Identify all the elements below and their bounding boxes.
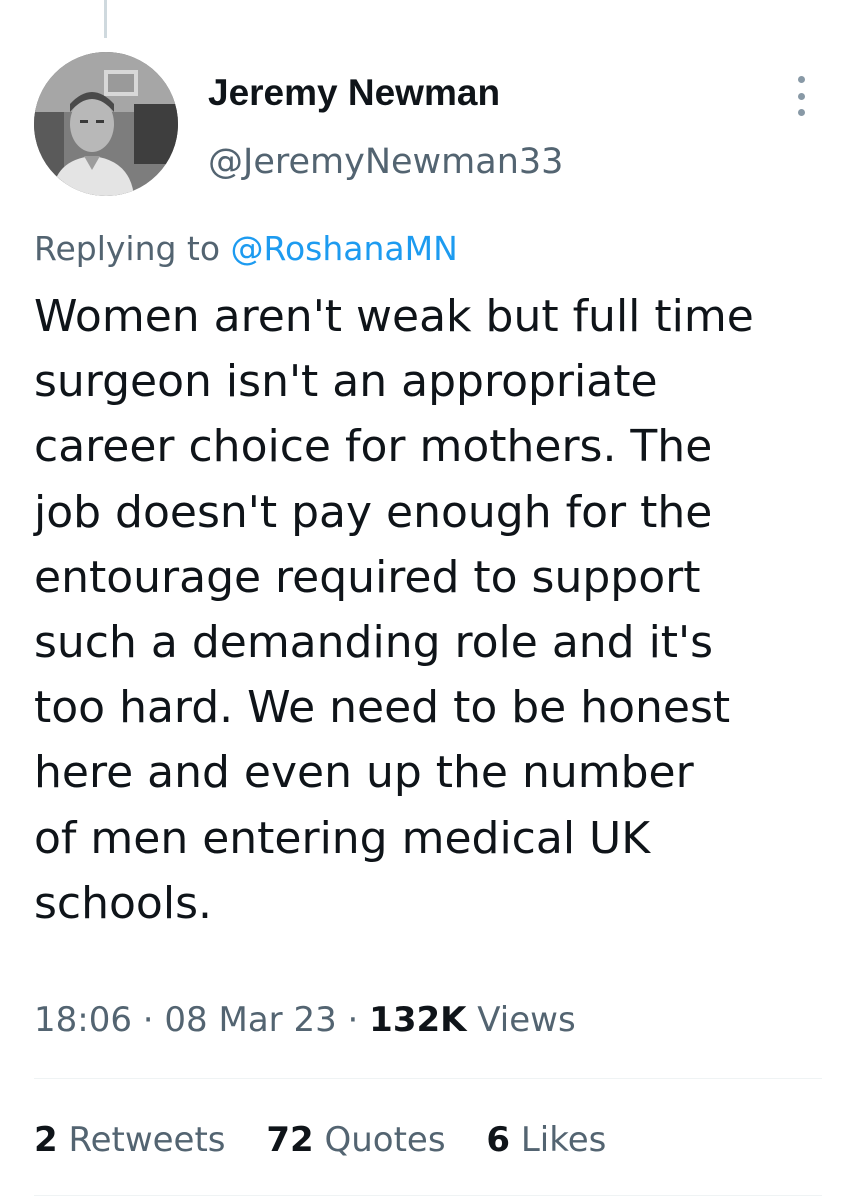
tweet-text-line: Women aren't weak but full time	[34, 291, 754, 342]
more-dot	[797, 92, 805, 100]
tweet-text-line: job doesn't pay enough for the	[34, 486, 713, 538]
meta-separator: ·	[142, 1000, 154, 1040]
tweet-text-line: surgeon isn't an appropriate	[34, 356, 658, 408]
meta-separator: ·	[347, 1000, 359, 1040]
tweet-text-line: here and even up the number	[34, 747, 694, 799]
likes-label: Likes	[520, 1120, 607, 1160]
tweet-time[interactable]: 18:06	[34, 1000, 132, 1040]
quotes-stat[interactable]: 72 Quotes	[266, 1116, 445, 1164]
retweets-count: 2	[34, 1120, 58, 1160]
likes-stat[interactable]: 6 Likes	[486, 1116, 606, 1164]
more-dot	[797, 76, 805, 83]
likes-count: 6	[486, 1120, 511, 1160]
retweets-stat[interactable]: 2 Retweets	[34, 1116, 226, 1164]
avatar[interactable]	[34, 52, 178, 196]
author-name[interactable]: Jeremy Newman	[208, 71, 500, 115]
replying-prefix: Replying to	[34, 229, 221, 268]
tweet-stats: 2 Retweets 72 Quotes 6 Likes	[34, 1116, 636, 1164]
views-count: 132K	[369, 1000, 467, 1040]
tweet-meta: 18:06 · 08 Mar 23 · 132K Views	[34, 996, 576, 1044]
more-dot	[797, 109, 805, 116]
tweet-text-line: schools.	[34, 877, 212, 929]
more-options-icon[interactable]	[786, 76, 816, 116]
avatar-photo	[34, 52, 178, 196]
thread-connector-line	[104, 0, 107, 38]
replying-to: Replying to @RoshanaMN	[34, 226, 458, 272]
tweet-text-line: too hard. We need to be honest	[34, 682, 731, 734]
tweet-text-line: such a demanding role and it's	[34, 617, 714, 669]
tweet-text: Women aren't weak but full time surgeon …	[34, 284, 824, 936]
divider	[34, 1195, 822, 1196]
tweet-text-line: career choice for mothers. The	[34, 421, 713, 473]
tweet-text-line: of men entering medical UK	[34, 812, 651, 864]
tweet-date[interactable]: 08 Mar 23	[164, 1000, 336, 1040]
quotes-count: 72	[266, 1120, 314, 1160]
divider	[34, 1078, 822, 1079]
views-label: Views	[477, 1000, 576, 1040]
tweet-text-line: entourage required to support	[34, 551, 701, 603]
retweets-label: Retweets	[68, 1120, 226, 1160]
quotes-label: Quotes	[324, 1120, 446, 1160]
author-handle[interactable]: @JeremyNewman33	[208, 140, 563, 184]
replying-to-link[interactable]: @RoshanaMN	[231, 229, 458, 268]
